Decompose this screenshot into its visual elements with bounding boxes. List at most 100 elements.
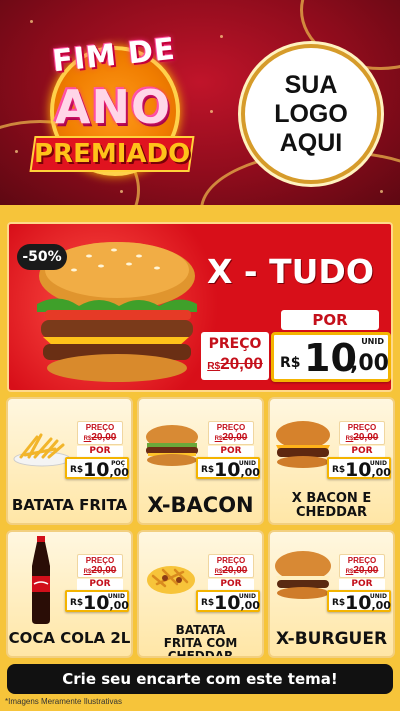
price-int: 10 (345, 459, 372, 481)
preco-label: PREÇO (347, 556, 377, 565)
price: R$ 10,00 UNID (196, 457, 260, 481)
por-label: POR (339, 446, 385, 457)
currency: R$ (70, 598, 84, 608)
product-card: PREÇO R$20,00 POR R$ 10,00 UNID BATATA F… (137, 530, 264, 658)
price: R$ 10,00 UNID (196, 590, 260, 614)
logo-text-line3: AQUI (279, 128, 343, 157)
product-name: X-BURGUER (275, 629, 388, 649)
price-cents: ,00 (109, 599, 129, 612)
currency: R$ (332, 465, 346, 475)
featured-unit: UNID (361, 337, 384, 346)
x-burguer-image (275, 551, 331, 599)
old-price: R$20,00 (209, 432, 253, 445)
old-price-tag: PREÇO R$20,00 (339, 554, 385, 578)
price-cents: ,00 (371, 599, 391, 612)
badge-premiado: PREMIADO (34, 139, 191, 169)
create-flyer-button[interactable]: Crie seu encarte com este tema! (7, 664, 393, 694)
preco-label: PREÇO (85, 556, 115, 565)
por-label: POR (77, 579, 123, 590)
old-price-tag: PREÇO R$20,00 (339, 421, 385, 445)
price-cents: ,00 (240, 466, 260, 479)
product-name: X-BACON (147, 493, 254, 517)
price-int: 10 (83, 459, 110, 481)
fim-de-ano-badge: FIM DE ANO PREMIADO (28, 28, 198, 193)
old-price-value: 20,00 (353, 565, 379, 576)
price: R$ 10,00 UNID (65, 590, 129, 614)
preco-label: PREÇO (347, 423, 377, 432)
por-label: POR (208, 579, 254, 590)
old-price-tag: PREÇO R$20,00 (208, 554, 254, 578)
badge-premiado-ribbon: PREMIADO (29, 136, 195, 172)
product-card: PREÇO R$20,00 POR R$ 10,00 UNID COCA COL… (6, 530, 133, 658)
featured-por-label: POR (281, 310, 379, 330)
product-name: BATATA FRITA (11, 496, 128, 514)
por-label: POR (77, 446, 123, 457)
old-price: R$20,00 (78, 432, 122, 445)
coca-cola-bottle-image (32, 536, 50, 624)
old-price: R$20,00 (209, 565, 253, 578)
sparkle (210, 110, 213, 113)
featured-old-price: R$20,00 (201, 353, 269, 378)
price-cents: ,00 (371, 466, 391, 479)
logo-text-line2: LOGO (274, 99, 348, 128)
old-price: R$20,00 (340, 565, 384, 578)
por-label: POR (339, 579, 385, 590)
featured-product-title: X - TUDO (207, 252, 374, 291)
product-card: PREÇO R$20,00 POR R$ 10,00 UNID X-BACON (137, 397, 264, 525)
old-price-value: 20,00 (91, 432, 117, 443)
logo-text-line1: SUA (284, 70, 338, 99)
unit: UNID (107, 593, 125, 600)
featured-currency: R$ (280, 355, 301, 371)
price-cents: ,00 (109, 466, 129, 479)
featured-preco-label: PREÇO (208, 336, 262, 352)
unit: UNID (369, 460, 387, 467)
french-fries-image (13, 433, 71, 467)
price-int: 10 (83, 592, 110, 614)
price: R$ 10,00 UNID (327, 590, 391, 614)
price-int: 10 (214, 592, 241, 614)
featured-old-currency: R$ (207, 361, 221, 372)
preco-label: PREÇO (216, 556, 246, 565)
unit: UNID (238, 593, 256, 600)
por-label: POR (208, 446, 254, 457)
old-price-value: 20,00 (222, 565, 248, 576)
currency: R$ (201, 465, 215, 475)
currency: R$ (332, 598, 346, 608)
product-name: X BACON E CHEDDAR (291, 491, 372, 521)
currency: R$ (201, 598, 215, 608)
unit: UNID (369, 593, 387, 600)
sparkle (30, 20, 33, 23)
product-card: PREÇO R$20,00 POR R$ 10,00 POÇ BATATA FR… (6, 397, 133, 525)
illustrative-images-note: *Imagens Meramente Ilustrativas (5, 697, 122, 706)
featured-product-card: -50% X - TUDO PREÇO R$20,00 POR R$ 10 ,0… (7, 222, 393, 392)
price-cents: ,00 (240, 599, 260, 612)
old-price: R$20,00 (78, 565, 122, 578)
product-name: BATATA FRITA COM CHEDDAR (163, 623, 238, 658)
preco-label: PREÇO (85, 423, 115, 432)
product-card: PREÇO R$20,00 POR R$ 10,00 UNID X BACON … (268, 397, 395, 525)
old-price: R$20,00 (340, 432, 384, 445)
price: R$ 10,00 POÇ (65, 457, 129, 481)
sparkle (15, 150, 18, 153)
currency: R$ (70, 465, 84, 475)
old-price-tag: PREÇO R$20,00 (77, 421, 123, 445)
batata-cheddar-image (147, 566, 195, 594)
price-int: 10 (214, 459, 241, 481)
preco-label: PREÇO (216, 423, 246, 432)
product-name: COCA COLA 2L (8, 629, 131, 647)
badge-ano: ANO (54, 80, 172, 134)
old-price-tag: PREÇO R$20,00 (208, 421, 254, 445)
x-bacon-image (146, 425, 198, 466)
featured-price-cents: ,00 (350, 351, 389, 376)
old-price-tag: PREÇO R$20,00 (77, 554, 123, 578)
unit: POÇ (111, 460, 125, 467)
old-price-value: 20,00 (353, 432, 379, 443)
price: R$ 10,00 UNID (327, 457, 391, 481)
featured-price-int: 10 (304, 336, 357, 380)
discount-badge: -50% (17, 244, 67, 270)
sparkle (380, 190, 383, 193)
old-price-value: 20,00 (91, 565, 117, 576)
featured-price: R$ 10 ,00 UNID (271, 332, 391, 382)
product-card: PREÇO R$20,00 POR R$ 10,00 UNID X-BURGUE… (268, 530, 395, 658)
price-int: 10 (345, 592, 372, 614)
